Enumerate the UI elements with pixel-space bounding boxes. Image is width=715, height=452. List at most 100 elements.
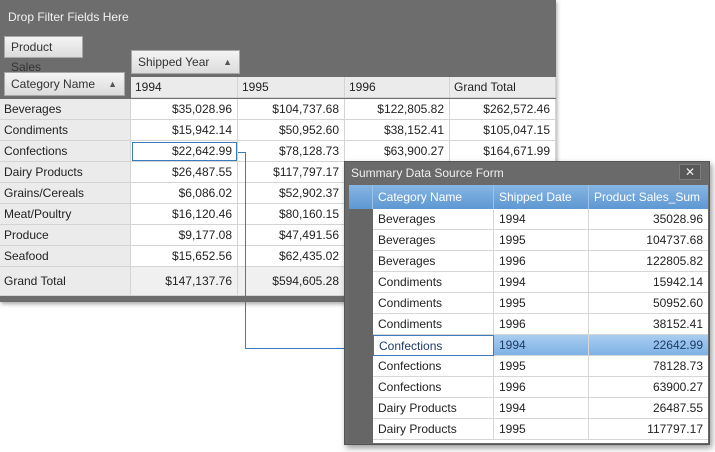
row-indicator-header xyxy=(349,185,373,209)
date-cell[interactable]: 1996 xyxy=(494,377,589,398)
row-header[interactable]: Condiments xyxy=(0,120,131,141)
category-cell[interactable]: Beverages xyxy=(373,209,494,230)
data-cell[interactable]: $9,177.08 xyxy=(131,225,238,246)
data-cell[interactable]: $16,120.46 xyxy=(131,204,238,225)
date-cell[interactable]: 1994 xyxy=(494,398,589,419)
grand-total-cell[interactable]: $594,605.28 xyxy=(238,267,345,296)
selected-data-cell[interactable]: $22,642.99 xyxy=(131,141,238,162)
date-cell[interactable]: 1996 xyxy=(494,314,589,335)
date-cell[interactable]: 1996 xyxy=(494,251,589,272)
table-row[interactable]: Beverages 1995 104737.68 xyxy=(373,230,708,251)
row-header[interactable]: Confections xyxy=(0,141,131,162)
summary-data-source-form: Summary Data Source Form ✕ Category Name… xyxy=(344,161,710,445)
table-row[interactable]: Beverages 1996 122805.82 xyxy=(373,251,708,272)
date-cell[interactable]: 1995 xyxy=(494,356,589,377)
data-cell[interactable]: $50,952.60 xyxy=(238,120,345,141)
category-cell[interactable]: Beverages xyxy=(373,251,494,272)
row-header[interactable]: Produce xyxy=(0,225,131,246)
category-cell[interactable]: Condiments xyxy=(373,314,494,335)
data-cell[interactable]: $63,900.27 xyxy=(345,141,450,162)
category-cell[interactable]: Confections xyxy=(373,356,494,377)
data-cell[interactable]: $47,491.56 xyxy=(238,225,345,246)
data-cell[interactable]: $80,160.15 xyxy=(238,204,345,225)
data-cell[interactable]: $6,086.02 xyxy=(131,183,238,204)
table-row[interactable]: Condiments 1994 15942.14 xyxy=(373,272,708,293)
table-row[interactable]: Dairy Products 1994 26487.55 xyxy=(373,398,708,419)
table-row[interactable]: Condiments 1996 38152.41 xyxy=(373,314,708,335)
date-cell[interactable]: 1995 xyxy=(494,230,589,251)
selected-table-row[interactable]: Confections 1994 22642.99 xyxy=(373,335,708,356)
form-title: Summary Data Source Form xyxy=(351,166,504,180)
table-row[interactable]: Beverages 1994 35028.96 xyxy=(373,209,708,230)
data-cell[interactable]: $26,487.55 xyxy=(131,162,238,183)
column-header[interactable]: 1994 xyxy=(131,77,238,98)
sum-cell[interactable]: 26487.55 xyxy=(589,398,708,419)
category-cell[interactable]: Condiments xyxy=(373,272,494,293)
sum-cell[interactable]: 38152.41 xyxy=(589,314,708,335)
table-row[interactable]: Dairy Products 1995 117797.17 xyxy=(373,419,708,440)
table-header: Category Name Shipped Date Product Sales… xyxy=(349,185,708,209)
grand-total-cell[interactable]: $147,137.76 xyxy=(131,267,238,296)
sum-cell[interactable]: 78128.73 xyxy=(589,356,708,377)
column-header[interactable]: Category Name xyxy=(373,185,494,209)
row-header[interactable]: Seafood xyxy=(0,246,131,267)
sum-cell[interactable]: 22642.99 xyxy=(589,335,708,356)
column-header-grand-total[interactable]: Grand Total xyxy=(450,77,556,98)
data-field-product-sales[interactable]: Product Sales xyxy=(4,36,83,74)
row-header[interactable]: Grains/Cereals xyxy=(0,183,131,204)
row-header[interactable]: Dairy Products xyxy=(0,162,131,183)
category-cell[interactable]: Confections xyxy=(373,335,494,356)
sum-cell[interactable]: 63900.27 xyxy=(589,377,708,398)
filter-drop-area[interactable]: Drop Filter Fields Here xyxy=(8,10,129,24)
category-cell[interactable]: Confections xyxy=(373,377,494,398)
sum-cell[interactable]: 50952.60 xyxy=(589,293,708,314)
data-cell[interactable]: $15,652.56 xyxy=(131,246,238,267)
date-cell[interactable]: 1994 xyxy=(494,272,589,293)
date-cell[interactable]: 1995 xyxy=(494,419,589,440)
column-header[interactable]: Shipped Date xyxy=(494,185,589,209)
sum-cell[interactable]: 104737.68 xyxy=(589,230,708,251)
table-row: Confections $22,642.99 $78,128.73 $63,90… xyxy=(0,141,556,162)
row-indicator-column xyxy=(349,209,373,443)
column-field-shipped-year[interactable]: Shipped Year ▲ xyxy=(131,50,240,74)
sum-cell[interactable]: 15942.14 xyxy=(589,272,708,293)
table-row: Condiments $15,942.14 $50,952.60 $38,152… xyxy=(0,120,556,141)
close-icon: ✕ xyxy=(684,165,696,179)
table-row[interactable]: Condiments 1995 50952.60 xyxy=(373,293,708,314)
data-cell[interactable]: $52,902.37 xyxy=(238,183,345,204)
category-cell[interactable]: Condiments xyxy=(373,293,494,314)
grand-total-cell[interactable]: $262,572.46 xyxy=(450,99,556,120)
data-cell[interactable]: $117,797.17 xyxy=(238,162,345,183)
row-header[interactable]: Meat/Poultry xyxy=(0,204,131,225)
table-row[interactable]: Confections 1995 78128.73 xyxy=(373,356,708,377)
row-header[interactable]: Beverages xyxy=(0,99,131,120)
category-cell[interactable]: Dairy Products xyxy=(373,398,494,419)
grand-total-cell[interactable]: $105,047.15 xyxy=(450,120,556,141)
sort-ascending-icon: ▲ xyxy=(223,57,232,67)
close-button[interactable]: ✕ xyxy=(679,164,701,180)
data-cell[interactable]: $15,942.14 xyxy=(131,120,238,141)
grand-total-cell[interactable]: $164,671.99 xyxy=(450,141,556,162)
grand-total-row-header[interactable]: Grand Total xyxy=(0,267,131,296)
sum-cell[interactable]: 35028.96 xyxy=(589,209,708,230)
data-cell[interactable]: $104,737.68 xyxy=(238,99,345,120)
table-row: Beverages $35,028.96 $104,737.68 $122,80… xyxy=(0,99,556,120)
sum-cell[interactable]: 117797.17 xyxy=(589,419,708,440)
data-cell[interactable]: $78,128.73 xyxy=(238,141,345,162)
sum-cell[interactable]: 122805.82 xyxy=(589,251,708,272)
data-cell[interactable]: $35,028.96 xyxy=(131,99,238,120)
category-cell[interactable]: Dairy Products xyxy=(373,419,494,440)
date-cell[interactable]: 1995 xyxy=(494,293,589,314)
data-cell[interactable]: $122,805.82 xyxy=(345,99,450,120)
data-cell[interactable]: $62,435.02 xyxy=(238,246,345,267)
column-header[interactable]: 1996 xyxy=(345,77,450,98)
data-cell[interactable]: $38,152.41 xyxy=(345,120,450,141)
data-field-label: Product Sales xyxy=(11,40,53,74)
date-cell[interactable]: 1994 xyxy=(494,209,589,230)
column-header-row: 1994 1995 1996 Grand Total xyxy=(0,77,556,98)
column-header[interactable]: 1995 xyxy=(238,77,345,98)
column-header[interactable]: Product Sales_Sum xyxy=(589,185,708,209)
date-cell[interactable]: 1994 xyxy=(494,335,589,356)
category-cell[interactable]: Beverages xyxy=(373,230,494,251)
table-row[interactable]: Confections 1996 63900.27 xyxy=(373,377,708,398)
